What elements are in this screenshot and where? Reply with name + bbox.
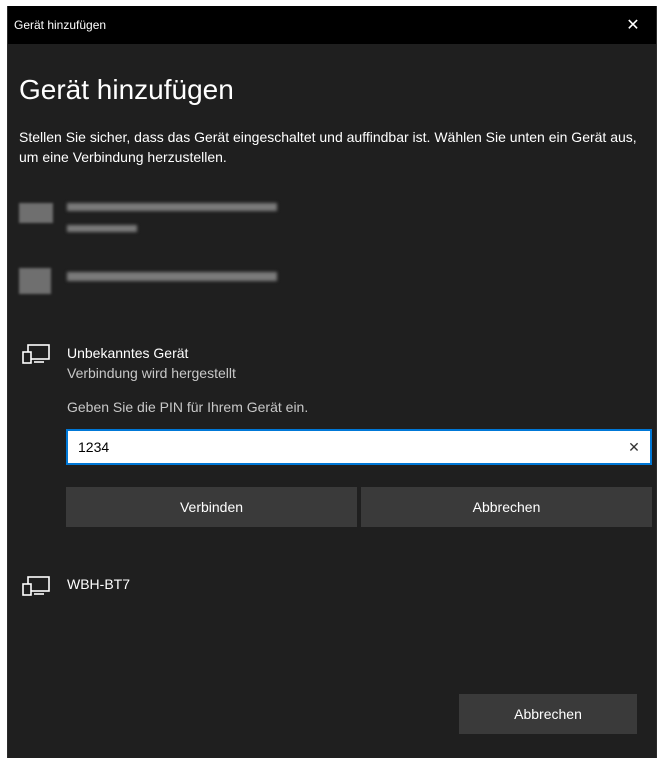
- cancel-button[interactable]: Abbrechen: [459, 694, 637, 734]
- device-name: WBH-BT7: [67, 576, 130, 592]
- connect-button[interactable]: Verbinden: [66, 487, 357, 527]
- close-icon[interactable]: ✕: [610, 6, 656, 44]
- device-status: Verbindung wird hergestellt: [67, 365, 236, 381]
- cancel-pairing-button[interactable]: Abbrechen: [361, 487, 652, 527]
- window-title: Gerät hinzufügen: [14, 18, 107, 32]
- redacted-device-name: [67, 203, 277, 211]
- instructions-text: Stellen Sie sicher, dass das Gerät einge…: [19, 129, 637, 165]
- redacted-device-status: [67, 225, 137, 232]
- title-bar: Gerät hinzufügen ✕: [8, 6, 656, 44]
- pin-input[interactable]: [78, 436, 618, 458]
- add-device-dialog: Gerät hinzufügen ✕ Gerät hinzufügen Stel…: [7, 6, 657, 758]
- pin-prompt: Geben Sie die PIN für Ihrem Gerät ein.: [67, 399, 309, 415]
- redacted-device-name: [67, 272, 277, 281]
- device-icon: [19, 268, 51, 294]
- device-icon: [22, 344, 50, 364]
- device-name: Unbekanntes Gerät: [67, 345, 189, 361]
- device-icon: [22, 576, 50, 596]
- device-icon: [19, 203, 53, 223]
- pin-field[interactable]: ✕: [66, 429, 652, 465]
- clear-icon[interactable]: ✕: [624, 437, 644, 457]
- page-title: Gerät hinzufügen: [19, 74, 234, 105]
